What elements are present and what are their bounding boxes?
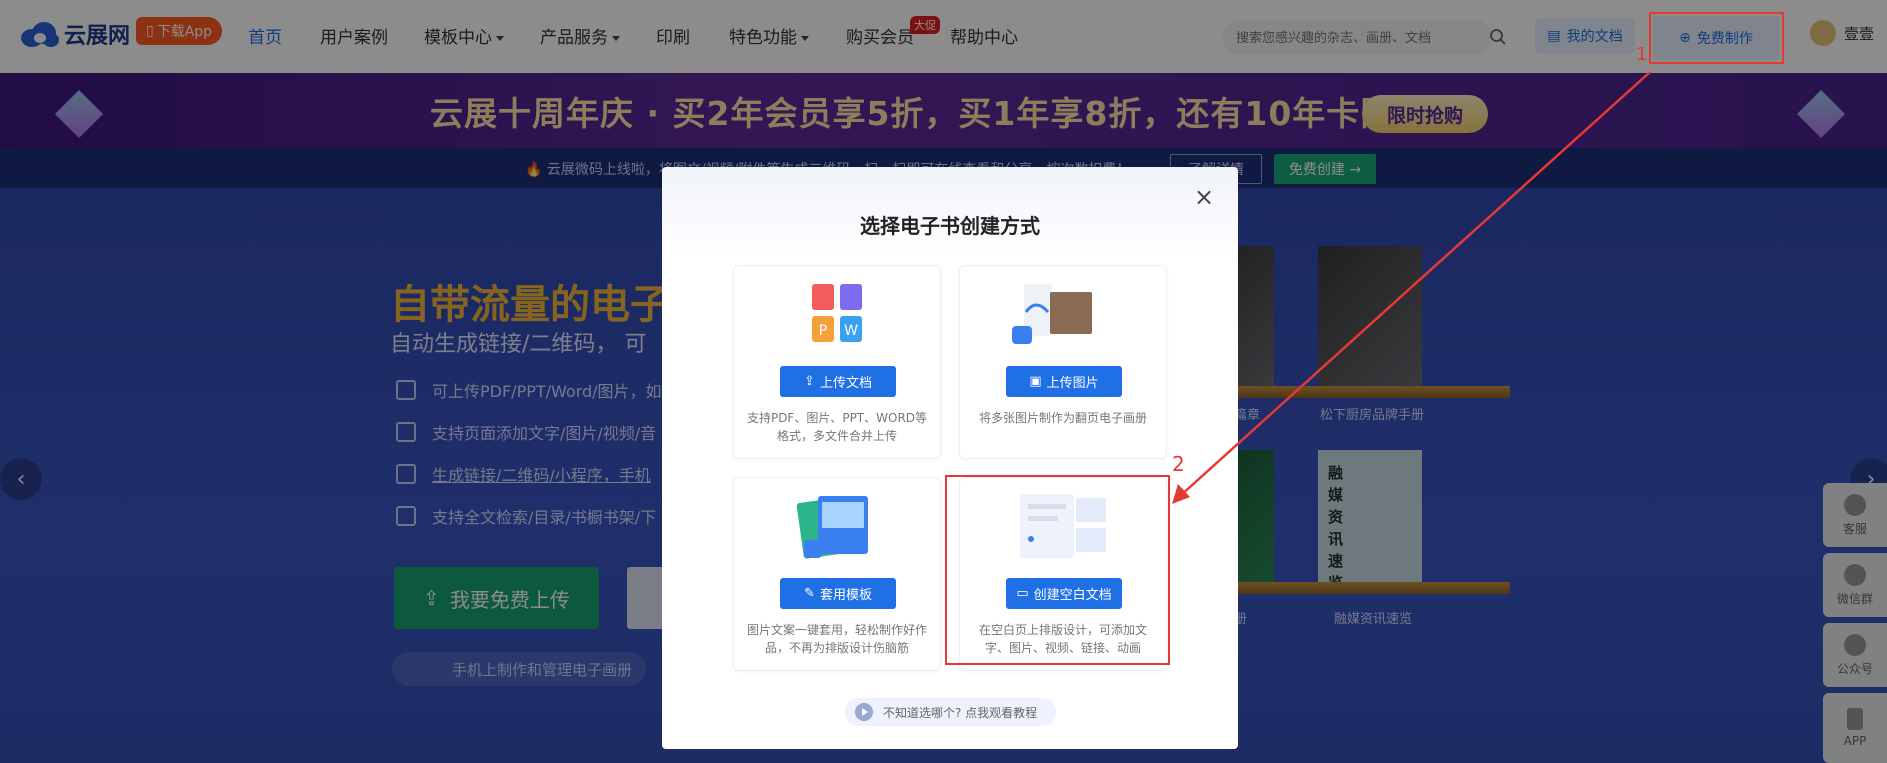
upload-image-label: 上传图片 [1046, 376, 1099, 391]
upload-doc-card[interactable]: P W ⇪ 上传文档 支持PDF、图片、PPT、WORD等格式，多文件合并上传 [733, 265, 941, 459]
image-upload-icon [1012, 284, 1092, 344]
template-desc: 图片文案一键套用，轻松制作好作品，不再为排版设计伤脑筋 [746, 623, 927, 655]
upload-image-button[interactable]: ▣ 上传图片 [1006, 366, 1122, 397]
close-icon[interactable]: × [1193, 185, 1215, 209]
template-icon [796, 496, 868, 559]
edit-icon: ✎ [804, 586, 815, 601]
annotation-step1-label: 1 [1636, 44, 1648, 65]
highlight-box-step2 [945, 475, 1170, 665]
modal-title: 选择电子书创建方式 [860, 214, 1040, 238]
image-icon: ▣ [1029, 374, 1042, 389]
tutorial-link[interactable]: 不知道选哪个? 点我观看教程 [845, 698, 1056, 726]
annotation-step2-label: 2 [1172, 452, 1185, 476]
upload-image-card[interactable]: ▣ 上传图片 将多张图片制作为翻页电子画册 [959, 265, 1167, 459]
upload-icon: ⇪ [804, 374, 815, 389]
upload-doc-button[interactable]: ⇪ 上传文档 [780, 366, 896, 397]
upload-doc-label: 上传文档 [819, 376, 872, 391]
use-template-label: 套用模板 [819, 588, 872, 603]
svg-text:P: P [819, 323, 827, 339]
highlight-box-step1 [1649, 12, 1784, 64]
upload-image-desc: 将多张图片制作为翻页电子画册 [978, 411, 1147, 425]
play-icon [855, 703, 873, 721]
tutorial-text: 不知道选哪个? 点我观看教程 [883, 705, 1038, 720]
template-card[interactable]: ✎ 套用模板 图片文案一键套用，轻松制作好作品，不再为排版设计伤脑筋 [733, 477, 941, 671]
use-template-button[interactable]: ✎ 套用模板 [780, 578, 896, 609]
document-types-icon: P W [812, 284, 862, 342]
upload-doc-desc: 支持PDF、图片、PPT、WORD等格式，多文件合并上传 [746, 411, 928, 443]
svg-text:W: W [844, 323, 858, 339]
